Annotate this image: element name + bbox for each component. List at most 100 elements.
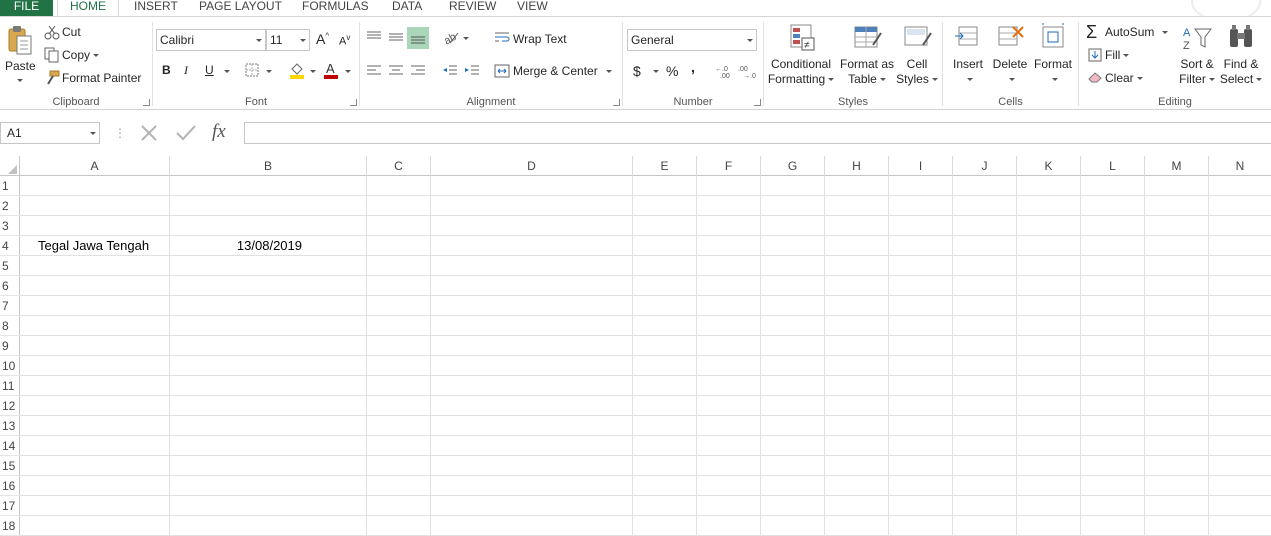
number-format-select[interactable]: General (627, 29, 757, 51)
clear-dropdown-icon[interactable] (1136, 77, 1143, 81)
alignment-launcher-icon[interactable] (613, 99, 620, 106)
name-box-dropdown-icon[interactable] (90, 132, 96, 135)
column-header-b[interactable]: B (170, 156, 367, 176)
column-header-f[interactable]: F (697, 156, 761, 176)
fill-color-dropdown-icon[interactable] (310, 70, 316, 73)
row-header-5[interactable]: 5 (0, 256, 20, 276)
chevron-down-icon[interactable] (297, 30, 309, 50)
row-header-4[interactable]: 4 (0, 236, 20, 256)
row-header-18[interactable]: 18 (0, 516, 20, 536)
column-header-k[interactable]: K (1017, 156, 1081, 176)
tab-view[interactable]: VIEW (517, 0, 548, 16)
cell-b4[interactable]: 13/08/2019 (170, 236, 302, 256)
wrap-text-button[interactable]: Wrap Text (513, 32, 567, 46)
column-header-g[interactable]: G (761, 156, 825, 176)
cancel-entry-icon[interactable] (139, 123, 159, 146)
column-header-j[interactable]: J (953, 156, 1017, 176)
font-launcher-icon[interactable] (350, 99, 357, 106)
row-header-9[interactable]: 9 (0, 336, 20, 356)
bold-button[interactable]: B (162, 63, 171, 77)
row-header-11[interactable]: 11 (0, 376, 20, 396)
column-header-a[interactable]: A (20, 156, 170, 176)
font-size-select[interactable]: 11 (266, 29, 310, 51)
underline-dropdown-icon[interactable] (224, 70, 230, 73)
tab-home[interactable]: HOME (57, 0, 119, 16)
copy-dropdown-icon[interactable] (93, 54, 100, 58)
align-middle-icon[interactable] (388, 29, 404, 48)
accounting-dropdown-icon[interactable] (653, 70, 659, 73)
orientation-icon[interactable]: ab (442, 29, 464, 48)
column-header-i[interactable]: I (889, 156, 953, 176)
fill-dropdown-icon[interactable] (1123, 54, 1130, 58)
confirm-entry-icon[interactable] (175, 123, 197, 146)
copy-button[interactable]: Copy (62, 48, 100, 62)
row-header-17[interactable]: 17 (0, 496, 20, 516)
sort-filter-button[interactable]: AZ Sort & Filter (1177, 23, 1217, 87)
font-color-dropdown-icon[interactable] (345, 70, 351, 73)
format-painter-button[interactable]: Format Painter (62, 71, 141, 85)
row-header-14[interactable]: 14 (0, 436, 20, 456)
percent-style-button[interactable]: % (666, 63, 678, 79)
insert-function-button[interactable]: fx (212, 121, 226, 143)
column-header-n[interactable]: N (1209, 156, 1271, 176)
decrease-font-size-icon[interactable]: Av (339, 33, 350, 48)
tab-insert[interactable]: INSERT (134, 0, 178, 16)
column-header-c[interactable]: C (367, 156, 431, 176)
align-left-icon[interactable] (366, 63, 382, 82)
italic-button[interactable]: I (184, 63, 188, 78)
autosum-dropdown-icon[interactable] (1162, 31, 1169, 35)
cell-area[interactable]: Tegal Jawa Tengah 13/08/2019 (20, 176, 1271, 536)
column-header-h[interactable]: H (825, 156, 889, 176)
accounting-format-button[interactable]: $ (633, 63, 641, 79)
orientation-dropdown-icon[interactable] (463, 37, 469, 40)
row-header-7[interactable]: 7 (0, 296, 20, 316)
increase-indent-icon[interactable] (464, 63, 480, 82)
find-select-button[interactable]: Find & Select (1219, 23, 1263, 87)
row-header-10[interactable]: 10 (0, 356, 20, 376)
font-name-select[interactable]: Calibri (156, 29, 266, 51)
clear-button[interactable]: Clear (1105, 71, 1143, 85)
format-cells-button[interactable]: Format (1031, 23, 1075, 87)
tab-page-layout[interactable]: PAGE LAYOUT (199, 0, 282, 16)
chevron-down-icon[interactable] (253, 30, 265, 50)
align-right-icon[interactable] (410, 63, 426, 82)
tab-data[interactable]: DATA (392, 0, 422, 16)
row-header-15[interactable]: 15 (0, 456, 20, 476)
row-header-13[interactable]: 13 (0, 416, 20, 436)
conditional-formatting-button[interactable]: ≠ Conditional Formatting (766, 23, 836, 87)
column-header-e[interactable]: E (633, 156, 697, 176)
fill-color-icon[interactable] (289, 61, 305, 82)
paste-icon[interactable] (6, 25, 34, 60)
paste-button[interactable]: Paste (5, 59, 36, 73)
align-bottom-icon[interactable] (407, 27, 429, 49)
row-header-8[interactable]: 8 (0, 316, 20, 336)
cell-a4[interactable]: Tegal Jawa Tengah (38, 236, 168, 256)
merge-center-button[interactable]: Merge & Center (513, 64, 612, 78)
format-as-table-button[interactable]: Format as Table (838, 23, 896, 87)
row-header-6[interactable]: 6 (0, 276, 20, 296)
borders-icon[interactable] (245, 63, 259, 80)
align-top-icon[interactable] (366, 29, 382, 48)
formula-bar-grip-icon[interactable]: ⋮ (114, 126, 126, 140)
delete-cells-button[interactable]: Delete (989, 23, 1031, 87)
increase-font-size-icon[interactable]: A^ (316, 31, 329, 47)
fill-button[interactable]: Fill (1105, 48, 1130, 62)
clipboard-launcher-icon[interactable] (143, 99, 150, 106)
tab-review[interactable]: REVIEW (449, 0, 496, 16)
merge-dropdown-icon[interactable] (605, 70, 612, 74)
tab-file[interactable]: FILE (0, 0, 53, 16)
column-header-d[interactable]: D (431, 156, 633, 176)
number-launcher-icon[interactable] (754, 99, 761, 106)
select-all-button[interactable] (0, 156, 20, 176)
comma-style-button[interactable]: , (691, 59, 695, 75)
column-header-l[interactable]: L (1081, 156, 1145, 176)
align-center-icon[interactable] (388, 63, 404, 82)
formula-input[interactable] (244, 122, 1271, 144)
paste-dropdown-icon[interactable] (17, 79, 23, 82)
row-header-1[interactable]: 1 (0, 176, 20, 196)
chevron-down-icon[interactable] (744, 30, 756, 50)
increase-decimal-icon[interactable]: ←.0.00 (715, 63, 733, 82)
decrease-indent-icon[interactable] (442, 63, 458, 82)
cell-styles-button[interactable]: Cell Styles (896, 23, 938, 87)
insert-cells-button[interactable]: Insert (947, 23, 989, 87)
